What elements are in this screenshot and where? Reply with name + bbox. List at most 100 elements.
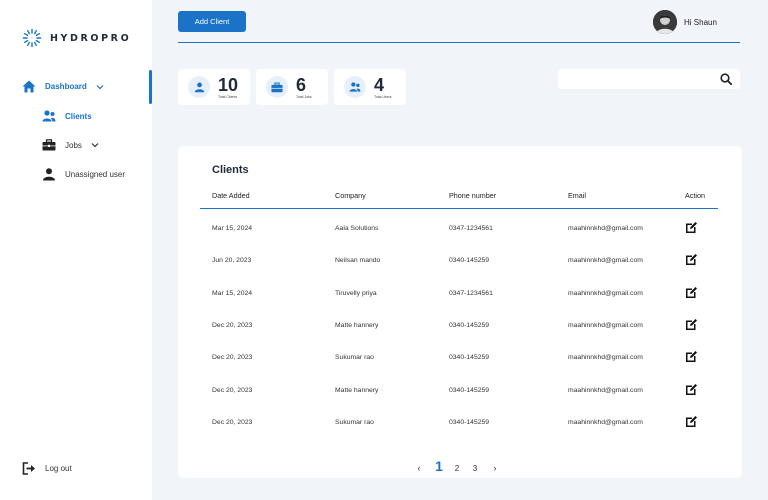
search-box[interactable]	[558, 69, 740, 89]
cell-phone: 0340-145259	[449, 257, 490, 264]
briefcase-icon	[42, 139, 56, 151]
cell-company: Sukumar rao	[335, 354, 374, 361]
avatar-image	[653, 10, 677, 34]
pagination-page-1[interactable]: 1	[430, 458, 448, 474]
logout-icon	[22, 462, 35, 475]
cell-date: Dec 20, 2023	[212, 354, 253, 361]
sidebar: HYDROPRO Dashboard Clients Jobs Unassign…	[0, 0, 152, 500]
cell-phone: 0340-145259	[449, 322, 490, 329]
column-header-phone: Phone number	[449, 191, 497, 200]
cell-email: maahinnkhd@gmail.com	[568, 257, 643, 264]
users-icon	[349, 82, 361, 92]
header-divider	[178, 42, 740, 43]
cell-email: maahinnkhd@gmail.com	[568, 290, 643, 297]
table-row: Jun 20, 2023 Neilsan mando 0340-145259 m…	[200, 252, 718, 272]
cell-date: Dec 20, 2023	[212, 419, 253, 426]
chevron-down-icon[interactable]	[96, 83, 104, 91]
table-row: Dec 20, 2023 Sukumar rao 0340-145259 maa…	[200, 414, 718, 434]
stat-icon-wrap	[266, 76, 288, 98]
cell-email: maahinnkhd@gmail.com	[568, 387, 643, 394]
edit-icon[interactable]	[685, 350, 698, 363]
edit-icon[interactable]	[685, 415, 698, 428]
cell-date: Mar 15, 2024	[212, 225, 253, 232]
edit-icon[interactable]	[685, 383, 698, 396]
pagination-page-3[interactable]: 3	[466, 464, 484, 473]
stat-icon-wrap	[344, 76, 366, 98]
cell-date: Dec 20, 2023	[212, 387, 253, 394]
edit-icon[interactable]	[685, 318, 698, 331]
sidebar-item-label: Unassigned user	[65, 170, 126, 179]
stat-card-total-jobs: 6 Total Jobs	[256, 69, 328, 105]
table-row: Dec 20, 2023 Matte hannery 0340-145259 m…	[200, 382, 718, 402]
stat-label: Total Jobs	[296, 94, 312, 99]
cell-company: Matte hannery	[335, 322, 379, 329]
stat-label: Total Clients	[218, 94, 238, 99]
sidebar-item-unassigned-user[interactable]: Unassigned user	[42, 168, 125, 181]
avatar[interactable]	[653, 10, 677, 34]
stat-value: 10	[218, 74, 239, 95]
stat-value: 6	[296, 74, 307, 95]
user-greeting: Hi Shaun	[684, 17, 717, 27]
search-input[interactable]	[558, 69, 720, 89]
cell-company: Tiruvelly priya	[335, 290, 377, 297]
chevron-down-icon[interactable]	[91, 141, 99, 149]
pagination-prev-button[interactable]: ‹	[408, 463, 430, 473]
logo: HYDROPRO	[22, 28, 131, 48]
table-row: Dec 20, 2023 Matte hannery 0340-145259 m…	[200, 317, 718, 337]
sidebar-item-label: Jobs	[65, 140, 82, 150]
stat-label: Total Users	[374, 94, 392, 99]
clients-title: Clients	[212, 164, 249, 176]
cell-company: Neilsan mando	[335, 257, 381, 264]
user-icon	[194, 82, 204, 92]
pagination-page-2[interactable]: 2	[448, 464, 466, 473]
logo-icon	[22, 28, 42, 48]
table-row: Dec 20, 2023 Sukumar rao 0340-145259 maa…	[200, 349, 718, 369]
cell-company: Sukumar rao	[335, 419, 374, 426]
logout-button[interactable]: Log out	[22, 462, 72, 475]
logout-label: Log out	[45, 464, 72, 473]
table-row: Mar 15, 2024 Aala Solutions 0347-1234561…	[200, 220, 718, 240]
cell-company: Aala Solutions	[335, 225, 379, 232]
cell-email: maahinnkhd@gmail.com	[568, 322, 643, 329]
cell-date: Jun 20, 2023	[212, 257, 252, 264]
table-header: Date Added Company Phone number Email Ac…	[200, 190, 718, 209]
cell-phone: 0340-145259	[449, 387, 490, 394]
briefcase-icon	[271, 82, 283, 92]
search-icon[interactable]	[720, 73, 732, 85]
active-indicator	[149, 70, 152, 104]
clients-card: Clients Date Added Company Phone number …	[178, 146, 742, 478]
stat-icon-wrap	[188, 76, 210, 98]
column-header-email: Email	[568, 191, 586, 200]
user-icon	[43, 168, 55, 181]
users-icon	[42, 110, 56, 122]
sidebar-item-clients[interactable]: Clients	[42, 110, 92, 122]
edit-icon[interactable]	[685, 286, 698, 299]
cell-email: maahinnkhd@gmail.com	[568, 354, 643, 361]
cell-email: maahinnkhd@gmail.com	[568, 419, 643, 426]
add-client-button[interactable]: Add Client	[178, 11, 246, 32]
sidebar-item-label: Clients	[65, 111, 92, 121]
sidebar-item-label: Dashboard	[45, 82, 87, 91]
column-header-action: Action	[685, 191, 705, 200]
column-header-date-added: Date Added	[212, 191, 250, 200]
cell-date: Dec 20, 2023	[212, 322, 253, 329]
cell-company: Matte hannery	[335, 387, 379, 394]
pagination: ‹ 1 2 3 ›	[408, 458, 506, 474]
stat-card-total-clients: 10 Total Clients	[178, 69, 250, 105]
cell-phone: 0340-145259	[449, 419, 490, 426]
edit-icon[interactable]	[685, 253, 698, 266]
stat-card-total-users: 4 Total Users	[334, 69, 406, 105]
cell-phone: 0340-145259	[449, 354, 490, 361]
sidebar-item-jobs[interactable]: Jobs	[42, 139, 99, 151]
cell-phone: 0347-1234561	[449, 290, 493, 297]
column-header-company: Company	[335, 191, 366, 200]
stat-value: 4	[374, 74, 385, 95]
pagination-next-button[interactable]: ›	[484, 463, 506, 473]
sidebar-item-dashboard[interactable]: Dashboard	[22, 80, 104, 93]
home-icon	[22, 80, 36, 93]
user-profile[interactable]: Hi Shaun	[653, 10, 717, 34]
brand-name: HYDROPRO	[50, 32, 132, 44]
edit-icon[interactable]	[685, 221, 698, 234]
cell-email: maahinnkhd@gmail.com	[568, 225, 643, 232]
cell-date: Mar 15, 2024	[212, 290, 253, 297]
